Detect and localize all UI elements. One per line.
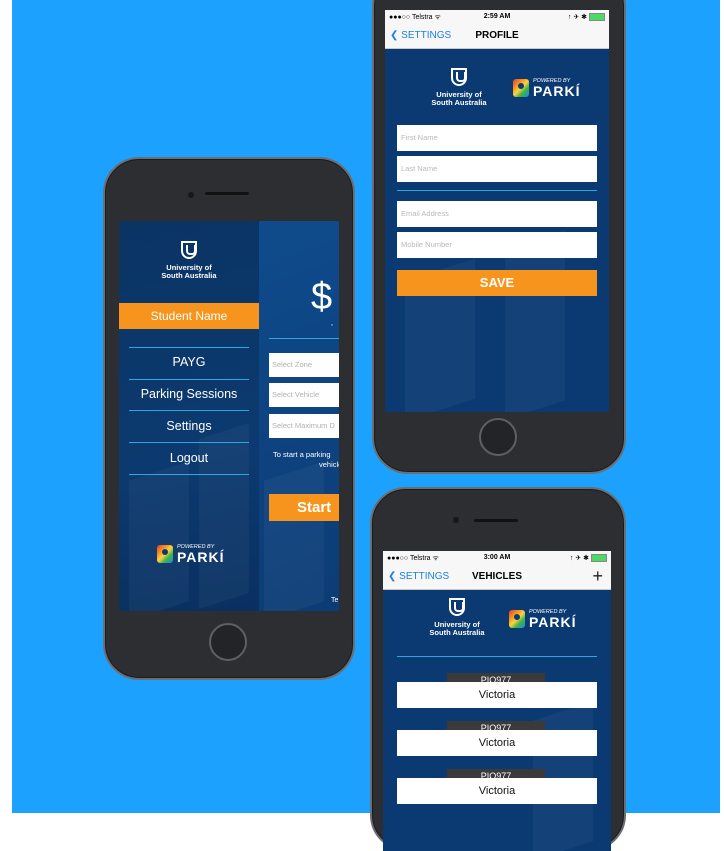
parki-logo: POWERED BY PARKÍ (513, 78, 581, 98)
university-logo: University of South Australia (119, 241, 259, 280)
vehicle-card[interactable]: Victoria (397, 778, 597, 804)
vehicles-screen: ●●●○○ Telstra ᯤ 3:00 AM ↑ ✈ ✱ ❮ SETTINGS… (383, 551, 611, 851)
select-max-duration-input[interactable]: Select Maximum D (269, 414, 339, 438)
mobile-number-field[interactable]: Mobile Number (397, 232, 597, 258)
parki-icon (509, 610, 525, 628)
phone-profile: ●●●○○ Telstra ᯤ 2:59 AM ↑ ✈ ✱ ❮ SETTINGS… (372, 0, 626, 474)
university-logo: University of South Australia (429, 68, 489, 107)
menu-item-settings[interactable]: Settings (119, 419, 259, 433)
status-bar: ●●●○○ Telstra ᯤ 2:59 AM ↑ ✈ ✱ (385, 10, 609, 24)
list-divider (397, 656, 597, 657)
vehicle-state: Victoria (478, 737, 516, 749)
footer-fragment: Te (331, 597, 339, 604)
menu-item-parking-sessions[interactable]: Parking Sessions (119, 387, 259, 401)
form-divider (397, 190, 597, 191)
menu-item-payg[interactable]: PAYG (119, 355, 259, 369)
profile-screen: ●●●○○ Telstra ᯤ 2:59 AM ↑ ✈ ✱ ❮ SETTINGS… (385, 10, 609, 412)
vehicle-state: Victoria (478, 689, 516, 701)
menu-divider (129, 442, 249, 443)
parki-logo: POWERED BY PARKÍ (509, 609, 577, 629)
menu-screen: University of South Australia Student Na… (119, 221, 339, 611)
nav-bar: ❮ SETTINGS VEHICLES + (383, 565, 611, 590)
vehicle-card[interactable]: Victoria (397, 730, 597, 756)
phone-vehicles: ●●●○○ Telstra ᯤ 3:00 AM ↑ ✈ ✱ ❮ SETTINGS… (370, 487, 626, 851)
menu-divider (129, 410, 249, 411)
side-drawer: University of South Australia Student Na… (119, 221, 259, 611)
menu-divider (129, 347, 249, 348)
parki-icon (157, 545, 173, 563)
home-button[interactable] (479, 418, 517, 456)
page-title: PROFILE (475, 30, 519, 41)
menu-item-logout[interactable]: Logout (119, 451, 259, 465)
price-amount: $ (311, 276, 333, 318)
main-content-peek: $ * Select Zone Select Vehicle Select Ma… (259, 221, 339, 611)
phone-menu: University of South Australia Student Na… (103, 157, 355, 680)
nav-bar: ❮ SETTINGS PROFILE (385, 24, 609, 49)
front-camera (452, 516, 460, 524)
university-logo: University of South Australia (427, 598, 487, 637)
vehicle-card[interactable]: Victoria (397, 682, 597, 708)
select-zone-input[interactable]: Select Zone (269, 353, 339, 377)
save-button[interactable]: SAVE (397, 270, 597, 296)
university-crest-icon (451, 68, 467, 86)
battery-icon (591, 554, 607, 563)
page-title: VEHICLES (471, 571, 522, 582)
select-vehicle-input[interactable]: Select Vehicle (269, 383, 339, 407)
parki-logo: POWERED BY PARKÍ (157, 544, 225, 564)
battery-icon (589, 13, 605, 22)
menu-divider (129, 379, 249, 380)
instructions-text: To start a parking (273, 450, 331, 459)
status-bar: ●●●○○ Telstra ᯤ 3:00 AM ↑ ✈ ✱ (383, 551, 611, 565)
speaker-grille (474, 519, 518, 522)
last-name-field[interactable]: Last Name (397, 156, 597, 182)
content-divider (269, 338, 339, 339)
vehicle-state: Victoria (478, 785, 516, 797)
parki-icon (513, 79, 529, 97)
menu-divider (129, 474, 249, 475)
speaker-grille (205, 192, 249, 195)
home-button[interactable] (209, 623, 247, 661)
student-name-header[interactable]: Student Name (119, 303, 259, 329)
front-camera (187, 191, 195, 199)
start-button[interactable]: Start (269, 494, 339, 521)
add-vehicle-button[interactable]: + (592, 566, 603, 587)
email-field[interactable]: Email Address (397, 201, 597, 227)
first-name-field[interactable]: First Name (397, 125, 597, 151)
university-crest-icon (181, 241, 197, 259)
university-crest-icon (449, 598, 465, 616)
instructions-text-2: vehicle (319, 460, 339, 469)
